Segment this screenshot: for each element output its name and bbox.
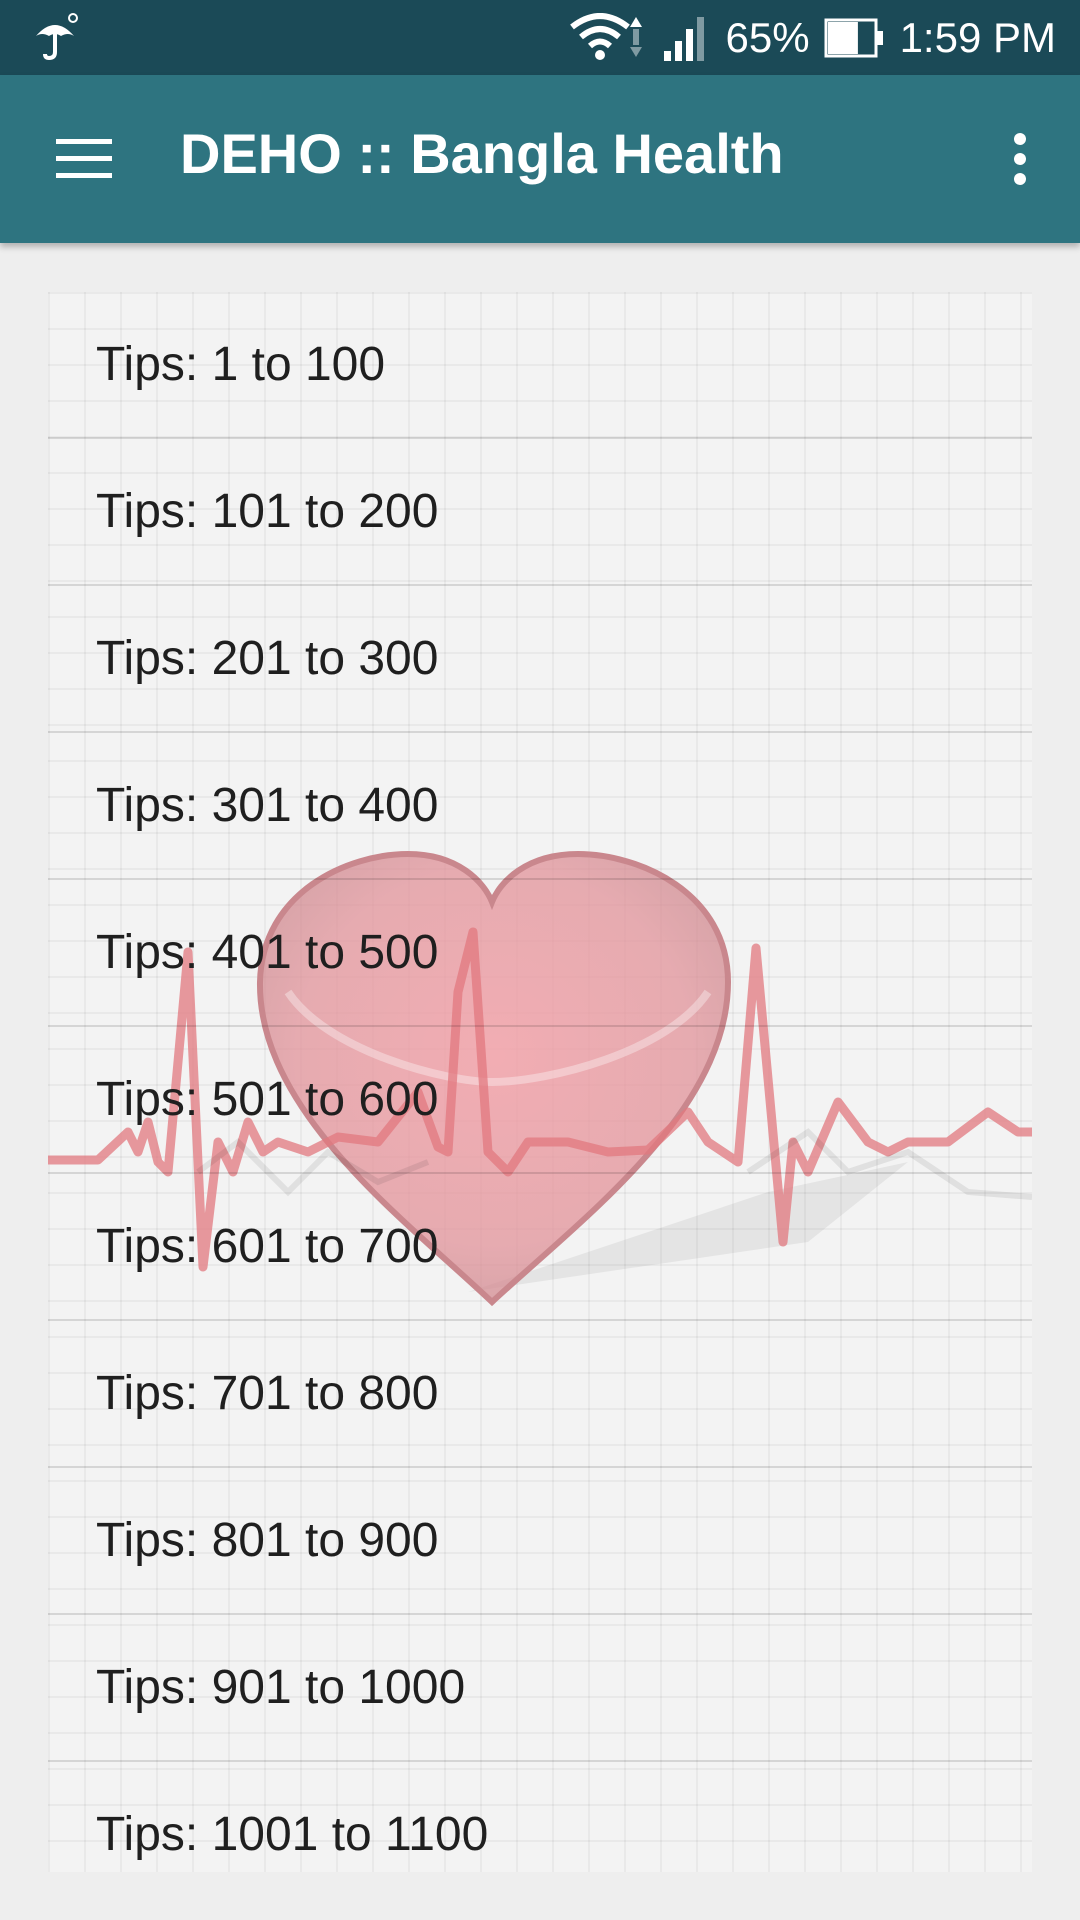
app-title: DEHO :: Bangla Health [180, 122, 784, 185]
list-item[interactable]: Tips: 401 to 500 [48, 880, 1032, 1027]
list-item[interactable]: Tips: 301 to 400 [48, 733, 1032, 880]
list-item-label: Tips: 1001 to 1100 [96, 1808, 489, 1861]
list-item-label: Tips: 1 to 100 [96, 338, 386, 391]
more-vertical-icon[interactable] [990, 125, 1050, 193]
list-item[interactable]: Tips: 1 to 100 [48, 292, 1032, 439]
list-item[interactable]: Tips: 701 to 800 [48, 1321, 1032, 1468]
list-item[interactable]: Tips: 201 to 300 [48, 586, 1032, 733]
list-item-label: Tips: 601 to 700 [96, 1220, 439, 1273]
tips-list-card[interactable]: Tips: 1 to 100 Tips: 101 to 200 Tips: 201 … [48, 292, 1032, 1872]
list-item-label: Tips: 701 to 800 [96, 1367, 439, 1420]
list-item[interactable]: Tips: 101 to 200 [48, 439, 1032, 586]
wifi-icon [569, 12, 648, 63]
list-item-label: Tips: 101 to 200 [96, 485, 439, 538]
hamburger-menu-icon[interactable] [48, 125, 120, 193]
status-icons: 65% 1:59 PM [569, 0, 1056, 75]
tips-list: Tips: 1 to 100 Tips: 101 to 200 Tips: 201 … [48, 292, 1032, 1872]
list-item[interactable]: Tips: 501 to 600 [48, 1027, 1032, 1174]
list-item[interactable]: Tips: 901 to 1000 [48, 1615, 1032, 1762]
list-item[interactable]: Tips: 801 to 900 [48, 1468, 1032, 1615]
status-bar: 65% 1:59 PM [0, 0, 1080, 75]
app-bar: DEHO :: Bangla Health [0, 75, 1080, 243]
clock: 1:59 PM [899, 13, 1056, 61]
list-item-label: Tips: 401 to 500 [96, 926, 439, 979]
list-item-label: Tips: 801 to 900 [96, 1514, 439, 1567]
list-item-label: Tips: 901 to 1000 [96, 1661, 466, 1714]
umbrella-icon [30, 12, 80, 62]
list-item-label: Tips: 501 to 600 [96, 1073, 439, 1126]
signal-icon [662, 13, 712, 63]
list-item-label: Tips: 201 to 300 [96, 632, 439, 685]
battery-icon [824, 16, 886, 60]
battery-percent: 65% [725, 13, 810, 61]
list-item[interactable]: Tips: 1001 to 1100 [48, 1762, 1032, 1872]
list-item[interactable]: Tips: 601 to 700 [48, 1174, 1032, 1321]
list-item-label: Tips: 301 to 400 [96, 779, 439, 832]
